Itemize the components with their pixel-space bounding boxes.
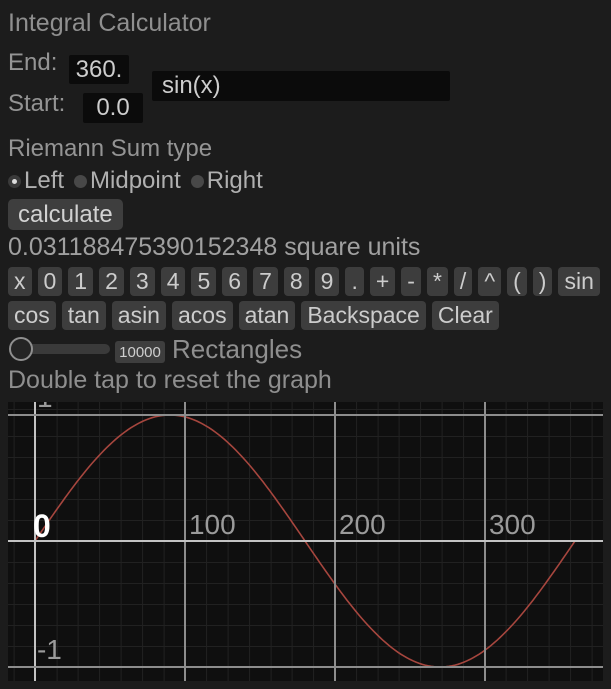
keypad-row-1: x0123456789.+-*/^()sin [8, 267, 600, 296]
keypad-button-4[interactable]: 4 [161, 267, 186, 296]
y-tick-label-1: 1 [37, 402, 53, 412]
keypad-button-tan[interactable]: tan [62, 301, 106, 330]
result-text: 0.031188475390152348 square units [8, 233, 420, 262]
keypad-button-backspace[interactable]: Backspace [301, 301, 426, 330]
keypad-button-1[interactable]: 1 [68, 267, 93, 296]
keypad-button-3[interactable]: 3 [130, 267, 155, 296]
keypad-button-*[interactable]: * [427, 267, 448, 296]
riemann-radio-group: Left Midpoint Right [8, 167, 263, 195]
x-tick-label-0: 0 [33, 510, 51, 542]
y-tick-label--1: -1 [37, 636, 62, 664]
keypad-button-+[interactable]: + [370, 267, 395, 296]
keypad-button-6[interactable]: 6 [222, 267, 247, 296]
riemann-sum-type-label: Riemann Sum type [8, 136, 212, 162]
keypad-button--[interactable]: - [401, 267, 421, 296]
x-tick-label-200: 200 [339, 511, 386, 539]
x-axis-line [8, 540, 603, 542]
radio-option-left[interactable]: Left [8, 167, 64, 195]
radio-label: Right [207, 167, 263, 195]
rectangles-count-value: 10000 [115, 341, 165, 363]
keypad-button-clear[interactable]: Clear [432, 301, 499, 330]
keypad-button-5[interactable]: 5 [191, 267, 216, 296]
calculate-button[interactable]: calculate [8, 199, 123, 230]
radio-option-right[interactable]: Right [191, 167, 263, 195]
keypad-button-acos[interactable]: acos [172, 301, 233, 330]
keypad-button-cos[interactable]: cos [8, 301, 56, 330]
graph-hint: Double tap to reset the graph [8, 366, 332, 395]
keypad-button-([interactable]: ( [507, 267, 527, 296]
start-label: Start: [8, 91, 65, 117]
keypad-button-atan[interactable]: atan [239, 301, 296, 330]
keypad-button-7[interactable]: 7 [253, 267, 278, 296]
function-input[interactable]: sin(x) [152, 71, 450, 101]
gridline-y--1 [8, 666, 603, 668]
keypad-button-x[interactable]: x [8, 267, 32, 296]
keypad-button-^[interactable]: ^ [478, 267, 501, 296]
keypad-button-.[interactable]: . [345, 267, 363, 296]
keypad-button-sin[interactable]: sin [558, 267, 599, 296]
radio-option-midpoint[interactable]: Midpoint [74, 167, 181, 195]
keypad-button-8[interactable]: 8 [284, 267, 309, 296]
keypad-button-2[interactable]: 2 [99, 267, 124, 296]
x-tick-label-100: 100 [189, 511, 236, 539]
radio-label: Midpoint [90, 167, 181, 195]
keypad-button-)[interactable]: ) [533, 267, 553, 296]
radio-icon[interactable] [191, 175, 204, 188]
x-tick-label-300: 300 [489, 511, 536, 539]
graph[interactable]: 0 100 200 300 1 -1 [8, 402, 603, 681]
gridline-y-1 [8, 414, 603, 416]
start-input[interactable]: 0.0 [83, 93, 143, 123]
page-title: Integral Calculator [8, 9, 211, 38]
radio-icon[interactable] [8, 175, 21, 188]
end-input[interactable]: 360. [69, 55, 129, 84]
keypad-row-2: costanasinacosatanBackspaceClear [8, 301, 499, 330]
rectangles-slider-handle[interactable] [9, 337, 33, 361]
keypad-button-9[interactable]: 9 [315, 267, 340, 296]
keypad-button-/[interactable]: / [454, 267, 472, 296]
radio-label: Left [24, 167, 64, 195]
radio-icon[interactable] [74, 175, 87, 188]
end-label: End: [8, 50, 57, 76]
rectangles-label: Rectangles [172, 334, 302, 365]
keypad-button-asin[interactable]: asin [112, 301, 166, 330]
keypad-button-0[interactable]: 0 [38, 267, 63, 296]
